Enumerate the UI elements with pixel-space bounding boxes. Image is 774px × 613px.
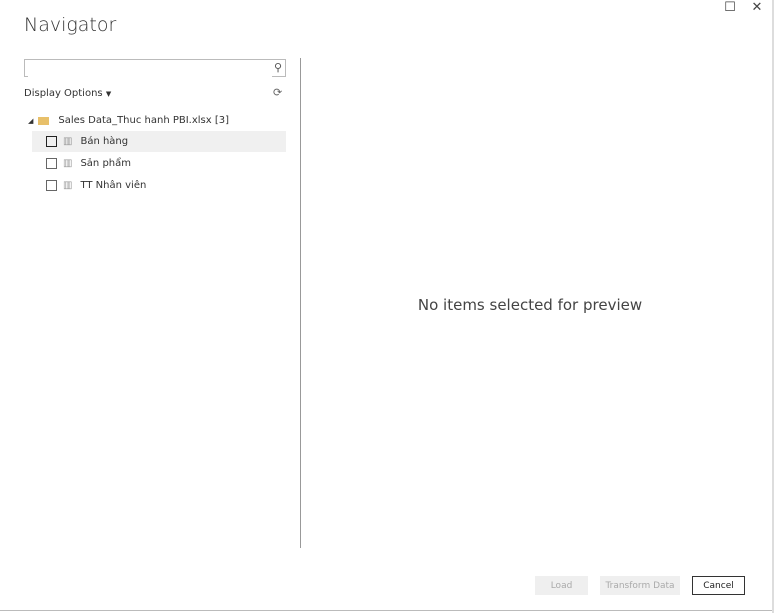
window-border [0,610,774,611]
folder-icon [38,116,50,125]
item-label: Bán hàng [80,136,129,147]
search-input[interactable] [28,64,272,81]
close-button[interactable]: ✕ [747,0,767,16]
search-icon[interactable]: ⚲ [274,61,282,74]
checkbox[interactable] [46,158,57,169]
collapse-icon[interactable]: ◢ [28,117,33,125]
cancel-button[interactable]: Cancel [692,576,745,595]
checkbox[interactable] [46,136,57,147]
table-icon: ▥ [63,180,73,191]
table-icon: ▥ [63,158,73,169]
dialog-title: Navigator [24,14,117,36]
tree-item-tt-nhan-vien[interactable]: ▥ TT Nhân viên [32,175,286,196]
root-label: Sales Data_Thuc hanh PBI.xlsx [3] [58,115,230,126]
item-label: Sản phẩm [80,158,131,169]
item-label: TT Nhân viên [80,180,147,191]
display-options-label: Display Options [24,88,103,99]
tree-item-san-pham[interactable]: ▥ Sản phẩm [32,153,286,174]
tree-item-ban-hang[interactable]: ▥ Bán hàng [32,131,286,152]
maximize-button[interactable]: ☐ [720,0,740,16]
table-icon: ▥ [63,136,73,147]
search-box[interactable]: ⚲ [24,59,286,81]
load-button[interactable]: Load [535,576,588,595]
tree-root[interactable]: ◢ Sales Data_Thuc hanh PBI.xlsx [3] [28,110,282,131]
refresh-icon[interactable]: ⟳ [273,86,282,99]
chevron-down-icon: ▼ [105,90,112,98]
transform-data-button[interactable]: Transform Data [600,576,680,595]
preview-empty-message: No items selected for preview [417,296,643,314]
checkbox[interactable] [46,180,57,191]
display-options-dropdown[interactable]: Display Options ▼ [24,88,111,99]
